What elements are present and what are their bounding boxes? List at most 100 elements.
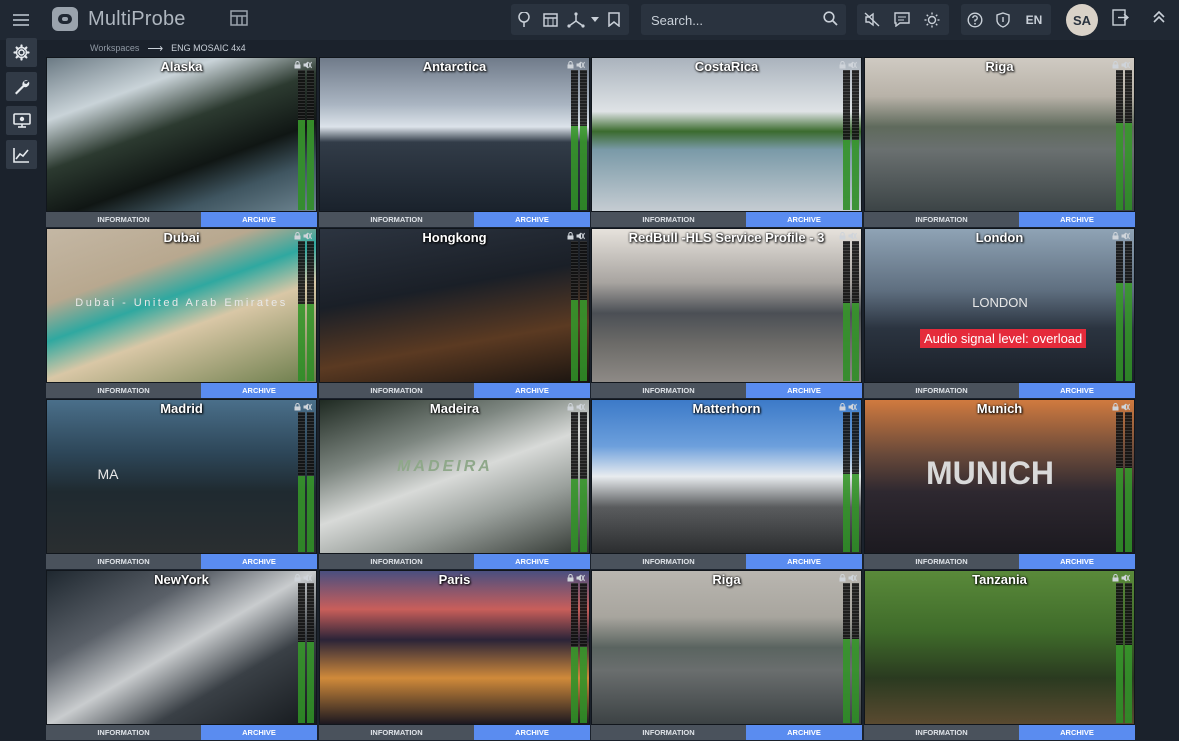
video-tile[interactable]: Alaska INFORMATION ARCHIVE — [46, 57, 317, 227]
video-preview[interactable]: MUNICH Munich — [865, 400, 1134, 553]
video-tile[interactable]: Antarctica INFORMATION ARCHIVE — [319, 57, 590, 227]
video-tile[interactable]: MADEIRA Madeira INFORMATION ARCHIVE — [319, 399, 590, 569]
information-button[interactable]: INFORMATION — [864, 725, 1019, 740]
video-preview[interactable]: MA Madrid — [47, 400, 316, 553]
video-tile[interactable]: Tanzania INFORMATION ARCHIVE — [864, 570, 1135, 740]
video-preview[interactable]: Tanzania — [865, 571, 1134, 724]
video-preview[interactable]: Riga — [592, 571, 861, 724]
video-tile[interactable]: Riga INFORMATION ARCHIVE — [591, 570, 862, 740]
information-button[interactable]: INFORMATION — [46, 212, 201, 227]
archive-button[interactable]: ARCHIVE — [1019, 725, 1135, 740]
information-button[interactable]: INFORMATION — [591, 212, 746, 227]
video-preview[interactable]: MADEIRA Madeira — [320, 400, 589, 553]
video-preview[interactable]: RedBull -HLS Service Profile - 3 — [592, 229, 861, 382]
lock-icon — [1112, 574, 1119, 582]
tile-footer: INFORMATION ARCHIVE — [864, 725, 1135, 740]
information-button[interactable]: INFORMATION — [319, 725, 474, 740]
video-preview[interactable]: Dubai - United Arab Emirates Dubai — [47, 229, 316, 382]
video-tile[interactable]: Dubai - United Arab Emirates Dubai INFORMA… — [46, 228, 317, 398]
probe-icon[interactable] — [511, 4, 537, 35]
audio-level-bar — [843, 241, 850, 381]
archive-button[interactable]: ARCHIVE — [201, 383, 317, 398]
archive-button[interactable]: ARCHIVE — [746, 383, 862, 398]
information-button[interactable]: INFORMATION — [864, 554, 1019, 569]
archive-button[interactable]: ARCHIVE — [746, 212, 862, 227]
information-button[interactable]: INFORMATION — [591, 554, 746, 569]
menu-icon[interactable] — [8, 8, 34, 32]
lock-icon — [1112, 61, 1119, 69]
archive-button[interactable]: ARCHIVE — [1019, 554, 1135, 569]
video-tile[interactable]: RedBull -HLS Service Profile - 3 INFORMAT… — [591, 228, 862, 398]
tile-title: Hongkong — [422, 230, 487, 245]
layout-grid-icon[interactable] — [230, 10, 250, 30]
mute-icon[interactable] — [857, 4, 887, 35]
video-tile[interactable]: Hongkong INFORMATION ARCHIVE — [319, 228, 590, 398]
audio-level-meter — [298, 70, 314, 210]
video-preview[interactable]: Riga — [865, 58, 1134, 211]
video-preview[interactable]: Paris — [320, 571, 589, 724]
archive-button[interactable]: ARCHIVE — [201, 725, 317, 740]
brightness-icon[interactable] — [917, 4, 947, 35]
video-preview[interactable]: LONDON Audio signal level: overload London — [865, 229, 1134, 382]
help-icon[interactable] — [961, 4, 989, 35]
archive-button[interactable]: ARCHIVE — [474, 725, 590, 740]
information-button[interactable]: INFORMATION — [864, 212, 1019, 227]
video-tile[interactable]: Matterhorn INFORMATION ARCHIVE — [591, 399, 862, 569]
information-button[interactable]: INFORMATION — [46, 383, 201, 398]
information-button[interactable]: INFORMATION — [319, 554, 474, 569]
video-tile[interactable]: MUNICH Munich INFORMATION ARCHIVE — [864, 399, 1135, 569]
video-tile[interactable]: LONDON Audio signal level: overload London… — [864, 228, 1135, 398]
archive-button[interactable]: ARCHIVE — [1019, 383, 1135, 398]
video-tile[interactable]: MA Madrid INFORMATION ARCHIVE — [46, 399, 317, 569]
video-preview[interactable]: NewYork — [47, 571, 316, 724]
information-button[interactable]: INFORMATION — [864, 383, 1019, 398]
information-button[interactable]: INFORMATION — [46, 554, 201, 569]
information-button[interactable]: INFORMATION — [319, 212, 474, 227]
archive-button[interactable]: ARCHIVE — [1019, 212, 1135, 227]
archive-button[interactable]: ARCHIVE — [201, 554, 317, 569]
tile-status-icons — [1112, 403, 1130, 411]
archive-button[interactable]: ARCHIVE — [746, 725, 862, 740]
archive-button[interactable]: ARCHIVE — [746, 554, 862, 569]
video-preview[interactable]: Antarctica — [320, 58, 589, 211]
settings-button[interactable] — [6, 38, 37, 67]
search-box — [641, 4, 846, 35]
user-avatar[interactable]: SA — [1066, 4, 1098, 36]
video-preview[interactable]: Alaska — [47, 58, 316, 211]
app-name: MultiProbe — [88, 7, 186, 30]
network-icon[interactable] — [563, 4, 589, 35]
information-button[interactable]: INFORMATION — [319, 383, 474, 398]
breadcrumb-parent[interactable]: Workspaces — [90, 43, 139, 53]
video-tile[interactable]: NewYork INFORMATION ARCHIVE — [46, 570, 317, 740]
chevron-down-icon[interactable] — [589, 4, 601, 35]
archive-button[interactable]: ARCHIVE — [474, 212, 590, 227]
video-tile[interactable]: Paris INFORMATION ARCHIVE — [319, 570, 590, 740]
language-selector[interactable]: EN — [1017, 4, 1051, 35]
video-tile[interactable]: CostaRica INFORMATION ARCHIVE — [591, 57, 862, 227]
statistics-button[interactable] — [6, 140, 37, 169]
video-preview[interactable]: CostaRica — [592, 58, 861, 211]
audio-level-bar — [298, 583, 305, 723]
shield-icon[interactable] — [989, 4, 1017, 35]
video-preview[interactable]: Matterhorn — [592, 400, 861, 553]
video-preview[interactable]: Hongkong — [320, 229, 589, 382]
video-tile[interactable]: Riga INFORMATION ARCHIVE — [864, 57, 1135, 227]
exit-icon[interactable] — [1112, 9, 1130, 31]
messages-icon[interactable] — [887, 4, 917, 35]
audio-level-bar — [571, 412, 578, 552]
alert-banner: Audio signal level: overload — [920, 329, 1087, 348]
archive-button[interactable]: ARCHIVE — [474, 554, 590, 569]
search-icon[interactable] — [823, 11, 838, 31]
archive-button[interactable]: ARCHIVE — [201, 212, 317, 227]
information-button[interactable]: INFORMATION — [591, 383, 746, 398]
information-button[interactable]: INFORMATION — [591, 725, 746, 740]
archive-button[interactable]: ARCHIVE — [474, 383, 590, 398]
calendar-icon[interactable] — [537, 4, 563, 35]
monitor-button[interactable] — [6, 106, 37, 135]
audio-level-bar — [307, 70, 314, 210]
search-input[interactable] — [651, 10, 811, 30]
tools-button[interactable] — [6, 72, 37, 101]
information-button[interactable]: INFORMATION — [46, 725, 201, 740]
collapse-up-icon[interactable] — [1153, 10, 1165, 29]
bookmark-icon[interactable] — [601, 4, 627, 35]
